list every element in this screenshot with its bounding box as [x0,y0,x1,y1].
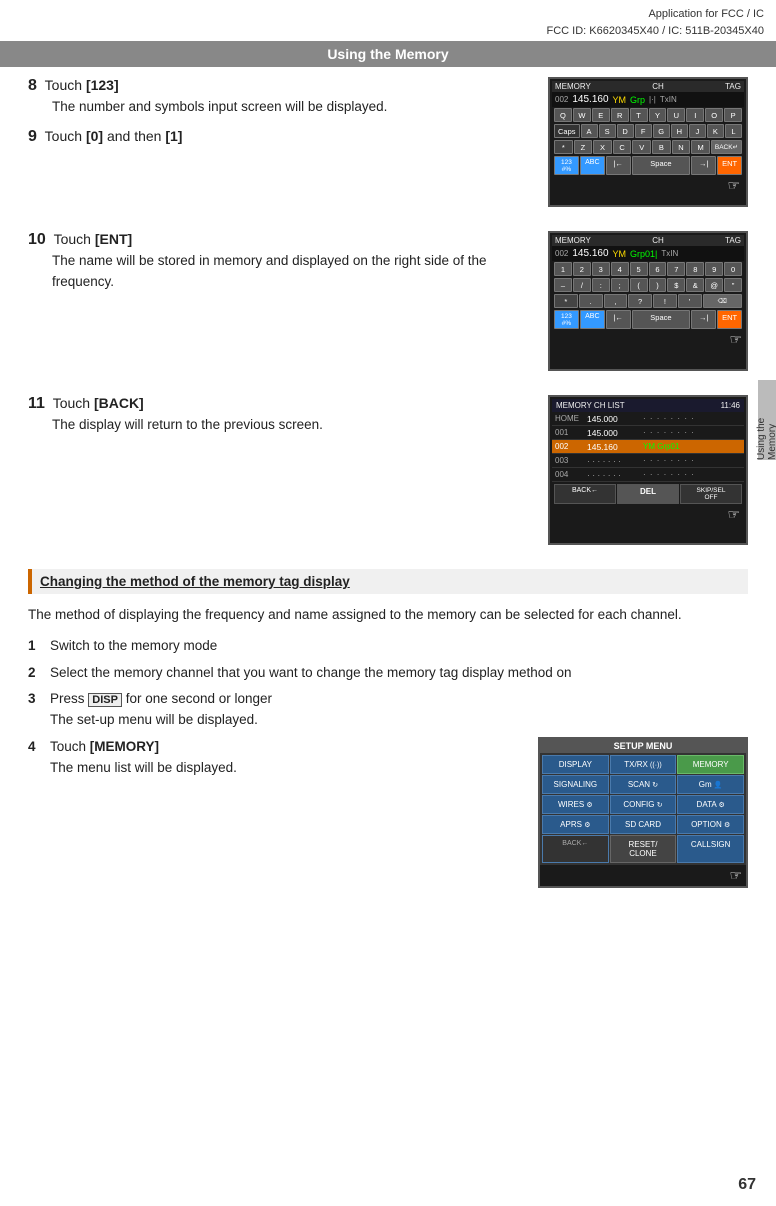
step-10-label: [ENT] [95,231,132,247]
section-step-4-text: 4 Touch [MEMORY]The menu list will be di… [28,737,528,785]
screen1-topbar: MEMORY CH TAG [552,81,744,92]
page-number: 67 [738,1176,756,1194]
step-8-label: [123] [86,77,119,93]
step-10-text: 10 Touch [ENT] The name will be stored i… [28,231,548,293]
section-step-4: 4 Touch [MEMORY]The menu list will be di… [28,737,528,779]
setup-menu-screen: SETUP MENU DISPLAY TX/RX ((·)) MEMORY SI… [538,737,748,888]
section-steps: 1 Switch to the memory mode 2 Select the… [28,636,748,889]
setup-btn-back[interactable]: BACK← [542,835,609,863]
step-8-9-text: 8 Touch [123] The number and symbols inp… [28,77,548,146]
step-9-label: [0] [86,128,103,144]
setup-btn-config[interactable]: CONFIG ↻ [610,795,677,814]
header-line1: Application for FCC / IC [12,6,764,23]
page-header: Application for FCC / IC FCC ID: K662034… [0,0,776,41]
screen2-row1: 1234567890 [552,261,744,277]
step-10-num: 10 [28,231,46,248]
setup-btn-wires[interactable]: WIRES ⚙ [542,795,609,814]
step-11-label: [BACK] [94,395,144,411]
section-title: Changing the method of the memory tag di… [28,569,748,594]
screen-3: MEMORY CH LIST 11:46 HOME 145.000 · · · … [548,395,748,545]
screen1-row3: *ZXCVBNMBACK↵ [552,139,744,155]
screen3-cursor: ☞ [552,505,744,524]
setup-btn-callsign[interactable]: CALLSIGN [677,835,744,863]
step-10-body: The name will be stored in memory and di… [28,251,548,293]
title-bar: Using the Memory [0,41,776,67]
section-intro: The method of displaying the frequency a… [28,604,748,626]
main-content: 8 Touch [123] The number and symbols inp… [0,77,776,916]
setup-btn-txrx[interactable]: TX/RX ((·)) [610,755,677,774]
screen3-topbar: MEMORY CH LIST 11:46 [552,399,744,412]
side-tab: Using the Memory [758,380,776,460]
section-step-3: 3 Press DISP for one second or longer Th… [28,689,748,731]
section-step-4-row: 4 Touch [MEMORY]The menu list will be di… [28,737,748,888]
setup-menu-title: SETUP MENU [540,739,746,753]
setup-btn-resetclone[interactable]: RESET/CLONE [610,835,677,863]
screen1-row1: QWERTYUIOP [552,107,744,123]
step-8-9-block: 8 Touch [123] The number and symbols inp… [28,77,748,207]
setup-btn-gm[interactable]: Gm 👤 [677,775,744,794]
screen2-row2: –/:;()$&@" [552,277,744,293]
step-9-num: 9 [28,128,37,145]
step-9-label2: [1] [165,128,182,144]
screen2-cursor: ☞ [552,330,744,349]
section-step-1: 1 Switch to the memory mode [28,636,748,657]
screen2-row3: *.,?!'⌫ [552,293,744,309]
setup-btn-memory[interactable]: MEMORY [677,755,744,774]
step-10-block: 10 Touch [ENT] The name will be stored i… [28,231,748,371]
setup-menu-grid: DISPLAY TX/RX ((·)) MEMORY SIGNALING SCA… [540,753,746,865]
setup-menu-cursor: ☞ [540,865,746,886]
screen-1: MEMORY CH TAG 002 145.160 YM Grp |·| TxI… [548,77,748,207]
screen2-row4: 123#% ABC |← Space →| ENT [552,309,744,330]
setup-btn-option[interactable]: OPTION ⚙ [677,815,744,834]
step-11-block: 11 Touch [BACK] The display will return … [28,395,748,545]
screen1-freq: 002 145.160 YM Grp |·| TxIN [552,92,744,107]
setup-btn-signaling[interactable]: SIGNALING [542,775,609,794]
setup-btn-display[interactable]: DISPLAY [542,755,609,774]
step-8-num: 8 [28,77,37,94]
setup-btn-sdcard[interactable]: SD CARD [610,815,677,834]
screen1-cursor: ☞ [552,176,744,195]
mem-row-002: 002 145.160 YM Grp01 [552,440,744,454]
screen-2: MEMORY CH TAG 002 145.160 YM Grp01| TxIN… [548,231,748,371]
mem-row-home: HOME 145.000 · · · · · · · · [552,412,744,426]
step-11-text: 11 Touch [BACK] The display will return … [28,395,548,436]
screen2-freq: 002 145.160 YM Grp01| TxIN [552,246,744,261]
screen3-btn-row: BACK← DEL SKIP/SELOFF [552,483,744,505]
mem-row-003: 003 · · · · · · · · · · · · · · · [552,454,744,468]
setup-btn-data[interactable]: DATA ⚙ [677,795,744,814]
step-8-body: The number and symbols input screen will… [28,97,548,118]
setup-btn-scan[interactable]: SCAN ↻ [610,775,677,794]
screen2-topbar: MEMORY CH TAG [552,235,744,246]
setup-btn-aprs[interactable]: APRS ⚙ [542,815,609,834]
screen1-row2: CapsASDFGHJKL [552,123,744,139]
step-11-body: The display will return to the previous … [28,415,548,436]
mem-row-001: 001 145.000 · · · · · · · · [552,426,744,440]
step-11-num: 11 [28,395,45,412]
screen1-row4: 123#% ABC |← Space →| ENT [552,155,744,176]
section-step-2: 2 Select the memory channel that you wan… [28,663,748,684]
header-line2: FCC ID: K6620345X40 / IC: 511B-20345X40 [12,23,764,40]
mem-row-004: 004 · · · · · · · · · · · · · · · [552,468,744,482]
